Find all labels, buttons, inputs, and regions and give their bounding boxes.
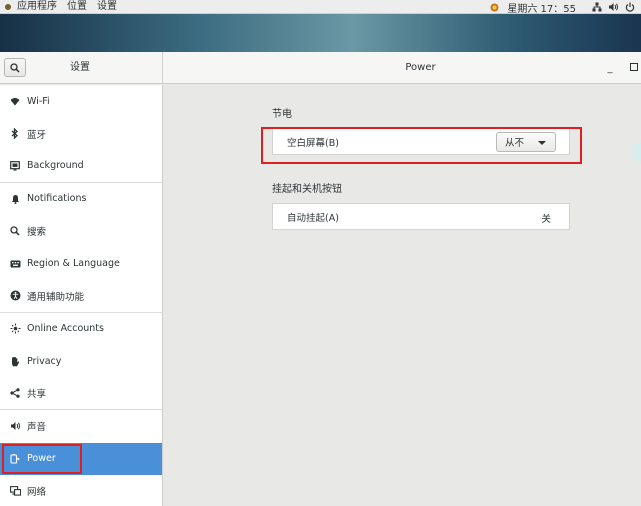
bell-icon — [8, 192, 22, 206]
online-accounts-icon — [8, 322, 22, 336]
sidebar: Wi-Fi 蓝牙 Background Notifications 搜索 Reg… — [0, 85, 163, 506]
sidebar-item-region-language[interactable]: Region & Language — [0, 248, 162, 281]
bluetooth-icon — [8, 127, 22, 141]
settings-window: 设置 Power _ Wi-Fi 蓝牙 Background Notificat… — [0, 52, 641, 506]
suspend-heading: 挂起和关机按钮 — [272, 184, 342, 195]
sidebar-item-privacy[interactable]: Privacy — [0, 345, 162, 378]
maximize-button[interactable] — [630, 63, 638, 71]
sidebar-item-online-accounts[interactable]: Online Accounts — [0, 313, 162, 346]
sidebar-item-label: Online Accounts — [27, 323, 104, 335]
header-bar: 设置 Power _ — [0, 52, 641, 84]
volume-icon[interactable] — [608, 2, 619, 12]
sidebar-item-label: Region & Language — [27, 258, 120, 270]
share-icon — [8, 386, 22, 400]
background-icon — [8, 159, 22, 173]
auto-suspend-row[interactable]: 自动挂起(A) 关 — [272, 203, 570, 230]
sidebar-item-label: 蓝牙 — [27, 129, 47, 141]
search-icon — [10, 62, 20, 73]
sidebar-item-notifications[interactable]: Notifications — [0, 183, 162, 216]
sidebar-item-label: Wi-Fi — [27, 95, 50, 107]
desktop-wallpaper — [0, 14, 641, 52]
highlight-box-power — [2, 444, 82, 474]
sidebar-item-label: 网络 — [27, 487, 47, 499]
sidebar-item-wifi[interactable]: Wi-Fi — [0, 85, 162, 118]
sidebar-item-sharing[interactable]: 共享 — [0, 378, 162, 410]
page-title: Power — [405, 62, 436, 73]
sidebar-item-label: Privacy — [27, 355, 62, 367]
places-menu[interactable]: 位置 — [62, 0, 92, 14]
sidebar-item-label: 搜索 — [27, 227, 47, 239]
power-saving-heading: 节电 — [272, 109, 292, 120]
sidebar-item-label: Background — [27, 160, 84, 172]
settings-title: 设置 — [70, 62, 90, 73]
sidebar-item-label: Notifications — [27, 193, 87, 205]
network-icon — [8, 484, 22, 498]
top-panel: 应用程序 位置 设置 星期六 17：55 — [0, 0, 641, 15]
accessibility-icon — [8, 289, 22, 303]
sidebar-item-network[interactable]: 网络 — [0, 475, 162, 506]
header-left-pane: 设置 — [0, 52, 163, 84]
hand-icon — [8, 354, 22, 368]
sidebar-item-label: 声音 — [27, 422, 47, 434]
sidebar-item-bluetooth[interactable]: 蓝牙 — [0, 118, 162, 151]
minimize-button[interactable]: _ — [604, 60, 616, 74]
edge-indicator — [634, 142, 641, 162]
wifi-icon — [8, 94, 22, 108]
auto-suspend-value: 关 — [541, 214, 551, 225]
sidebar-item-label: 通用辅助功能 — [27, 291, 85, 303]
sidebar-item-sound[interactable]: 声音 — [0, 410, 162, 443]
keyboard-icon — [8, 257, 22, 271]
apps-icon — [5, 3, 11, 10]
sidebar-item-search[interactable]: 搜索 — [0, 215, 162, 248]
highlight-box-blank-screen — [261, 127, 582, 164]
sidebar-item-label: 共享 — [27, 389, 47, 401]
settings-menu[interactable]: 设置 — [92, 0, 122, 14]
sidebar-item-background[interactable]: Background — [0, 150, 162, 183]
applications-menu[interactable]: 应用程序 — [12, 0, 62, 14]
weather-icon[interactable] — [490, 3, 499, 12]
network-status-icon[interactable] — [592, 2, 602, 12]
search-icon — [8, 224, 22, 238]
speaker-icon — [8, 419, 22, 433]
search-button[interactable] — [4, 58, 26, 77]
auto-suspend-label: 自动挂起(A) — [287, 212, 339, 224]
sidebar-item-accessibility[interactable]: 通用辅助功能 — [0, 280, 162, 313]
clock[interactable]: 星期六 17：55 — [507, 0, 576, 15]
power-icon[interactable] — [625, 2, 635, 12]
